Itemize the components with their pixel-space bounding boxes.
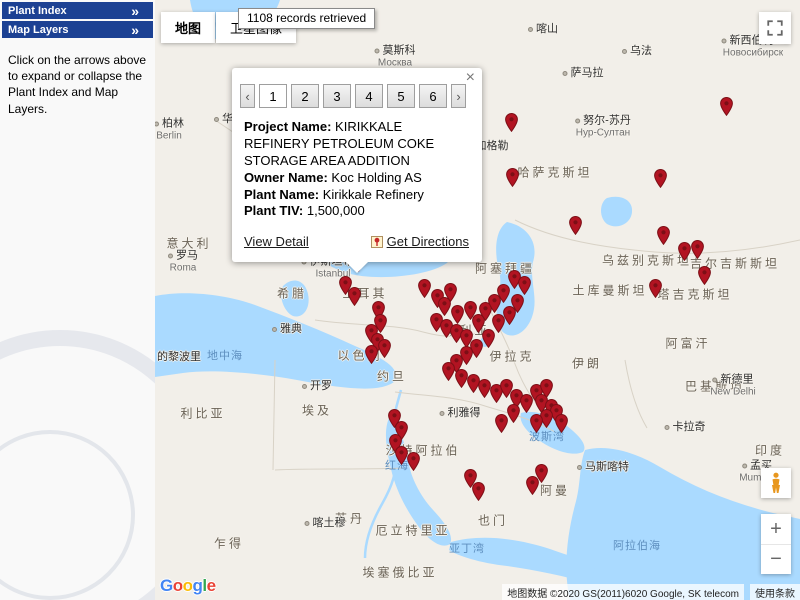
fullscreen-button[interactable]	[759, 12, 791, 44]
panel-label: Map Layers	[8, 24, 69, 36]
map-marker[interactable]	[530, 414, 543, 433]
records-retrieved-badge: 1108 records retrieved	[238, 8, 375, 29]
map-marker[interactable]	[365, 345, 378, 364]
map-marker[interactable]	[442, 362, 455, 381]
pagination-page-4[interactable]: 4	[355, 84, 383, 108]
sidebar-item-plant-index[interactable]: Plant Index »	[2, 2, 153, 19]
pagination-page-2[interactable]: 2	[291, 84, 319, 108]
map-marker[interactable]	[482, 329, 495, 348]
pagination-page-3[interactable]: 3	[323, 84, 351, 108]
pagination: ‹123456›	[240, 84, 474, 108]
map-marker[interactable]	[378, 339, 391, 358]
map-marker[interactable]	[678, 242, 691, 261]
marker-infowindow: × ‹123456› Project Name: KIRIKKALE REFIN…	[232, 68, 482, 262]
map-marker[interactable]	[535, 464, 548, 483]
map-marker[interactable]	[472, 482, 485, 501]
view-detail-link[interactable]: View Detail	[244, 234, 309, 249]
infowindow-field: Project Name: KIRIKKALE REFINERY PETROLE…	[244, 119, 470, 170]
terms-of-use-link[interactable]: 使用条款	[750, 584, 800, 600]
map-marker[interactable]	[418, 279, 431, 298]
zoom-control: + −	[761, 514, 791, 574]
map-marker[interactable]	[507, 404, 520, 423]
map-marker[interactable]	[654, 169, 667, 188]
infowindow-field: Plant TIV: 1,500,000	[244, 203, 470, 220]
map-canvas[interactable]: 哈萨克斯坦乌兹别克斯坦吉尔吉斯斯坦塔吉克斯坦土库曼斯坦阿富汗巴基斯坦印度伊朗伊拉…	[155, 0, 800, 600]
pagination-page-1[interactable]: 1	[259, 84, 287, 108]
map-marker[interactable]	[348, 287, 361, 306]
directions-icon	[371, 236, 383, 248]
infowindow-links: View Detail Get Directions	[232, 234, 482, 249]
pegman-icon	[769, 472, 783, 494]
expand-collapse-arrow-icon[interactable]: »	[131, 4, 139, 18]
pagination-next[interactable]: ›	[451, 84, 466, 108]
map-marker[interactable]	[698, 266, 711, 285]
sidebar: Plant Index » Map Layers » Click on the …	[0, 0, 155, 600]
map-attribution: 地图数据 ©2020 GS(2011)6020 Google, SK telec…	[502, 585, 800, 600]
map-type-button-map[interactable]: 地图	[161, 12, 215, 43]
map-marker[interactable]	[555, 414, 568, 433]
expand-collapse-arrow-icon[interactable]: »	[131, 23, 139, 37]
infowindow-fields: Project Name: KIRIKKALE REFINERY PETROLE…	[232, 119, 482, 220]
map-marker[interactable]	[649, 279, 662, 298]
google-logo[interactable]: Google	[160, 576, 216, 596]
panel-label: Plant Index	[8, 5, 67, 17]
zoom-out-button[interactable]: −	[761, 544, 791, 574]
street-view-pegman-button[interactable]	[761, 468, 791, 498]
attribution-text: 地图数据 ©2020 GS(2011)6020 Google, SK telec…	[502, 584, 744, 600]
sidebar-item-map-layers[interactable]: Map Layers »	[2, 21, 153, 38]
pagination-page-5[interactable]: 5	[387, 84, 415, 108]
map-marker[interactable]	[720, 97, 733, 116]
map-marker[interactable]	[506, 168, 519, 187]
map-marker[interactable]	[495, 414, 508, 433]
infowindow-field: Plant Name: Kirikkale Refinery	[244, 187, 470, 204]
get-directions-link[interactable]: Get Directions	[371, 234, 469, 249]
close-icon[interactable]: ×	[466, 70, 475, 86]
map-marker[interactable]	[518, 276, 531, 295]
pagination-page-6[interactable]: 6	[419, 84, 447, 108]
map-marker[interactable]	[569, 216, 582, 235]
map-marker[interactable]	[407, 452, 420, 471]
infowindow-field: Owner Name: Koc Holding AS	[244, 170, 470, 187]
map-marker[interactable]	[657, 226, 670, 245]
map-marker[interactable]	[691, 240, 704, 259]
map-marker[interactable]	[505, 113, 518, 132]
app-window: Plant Index » Map Layers » Click on the …	[0, 0, 800, 600]
infowindow-tail	[346, 262, 368, 273]
pagination-prev[interactable]: ‹	[240, 84, 255, 108]
zoom-in-button[interactable]: +	[761, 514, 791, 544]
sidebar-instructions: Click on the arrows above to expand or c…	[0, 38, 155, 131]
fullscreen-icon	[766, 19, 784, 37]
map-marker[interactable]	[444, 283, 457, 302]
